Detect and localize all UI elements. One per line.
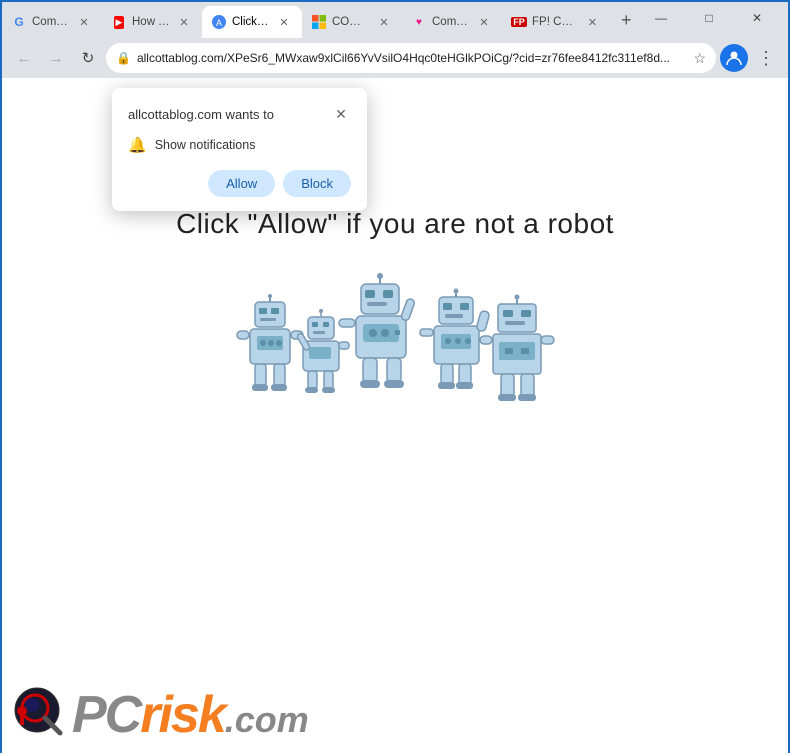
tab-3-favicon: A — [212, 15, 226, 29]
maximize-button[interactable]: □ — [686, 4, 732, 32]
notification-popup: allcottablog.com wants to ✕ 🔔 Show notif… — [112, 88, 367, 211]
tab-5-close[interactable]: ✕ — [476, 14, 492, 30]
tab-bar: G Comb… ✕ ▶ How T… ✕ A Click A… ✕ — [2, 2, 788, 38]
popup-title: allcottablog.com wants to — [128, 107, 274, 122]
new-tab-button[interactable]: + — [614, 6, 638, 34]
window-controls: — □ ✕ — [638, 4, 788, 36]
more-options-button[interactable]: ⋮ — [752, 44, 780, 72]
tab-2[interactable]: ▶ How T… ✕ — [102, 6, 202, 38]
tab-2-favicon: ▶ — [112, 15, 126, 29]
popup-close-button[interactable]: ✕ — [331, 104, 351, 124]
url-text: allcottablog.com/XPeSr6_MWxaw9xlCil66YvV… — [137, 51, 687, 65]
address-bar[interactable]: 🔒 allcottablog.com/XPeSr6_MWxaw9xlCil66Y… — [106, 43, 716, 73]
popup-buttons: Allow Block — [128, 170, 351, 197]
tab-5-label: Comb… — [432, 16, 470, 28]
block-button[interactable]: Block — [283, 170, 351, 197]
tab-6-close[interactable]: ✕ — [584, 14, 600, 30]
tab-3-label: Click A… — [232, 16, 270, 28]
notification-label-text: Show notifications — [155, 138, 256, 152]
robots-illustration — [235, 264, 555, 434]
tab-1-favicon: G — [12, 15, 26, 29]
tab-1[interactable]: G Comb… ✕ — [2, 6, 102, 38]
bookmark-star-icon[interactable]: ☆ — [693, 50, 706, 67]
reload-button[interactable]: ↻ — [74, 44, 102, 72]
tab-5-favicon: ♥ — [412, 15, 426, 29]
tab-4[interactable]: COMP… ✕ — [302, 6, 402, 38]
tab-3[interactable]: A Click A… ✕ — [202, 6, 302, 38]
back-button[interactable]: ← — [10, 44, 38, 72]
tab-1-close[interactable]: ✕ — [76, 14, 92, 30]
tab-4-label: COMP… — [332, 16, 370, 28]
pcrisk-branding: PCrisk.com — [12, 685, 309, 745]
popup-notification-row: 🔔 Show notifications — [128, 136, 351, 154]
browser-window: G Comb… ✕ ▶ How T… ✕ A Click A… ✕ — [2, 2, 788, 78]
tab-5[interactable]: ♥ Comb… ✕ — [402, 6, 502, 38]
dotcom-text: .com — [225, 699, 309, 740]
tab-6[interactable]: FP FP! Comb… ✕ — [502, 6, 610, 38]
pc-text: PC — [72, 686, 140, 744]
close-button[interactable]: ✕ — [734, 4, 780, 32]
tab-2-label: How T… — [132, 16, 170, 28]
popup-header: allcottablog.com wants to ✕ — [128, 104, 351, 124]
tab-4-close[interactable]: ✕ — [376, 14, 392, 30]
robots-container — [2, 264, 788, 434]
tab-2-close[interactable]: ✕ — [176, 14, 192, 30]
risk-text: risk — [140, 686, 225, 744]
forward-button[interactable]: → — [42, 44, 70, 72]
tab-4-favicon — [312, 15, 326, 29]
profile-button[interactable] — [720, 44, 748, 72]
address-bar-row: ← → ↻ 🔒 allcottablog.com/XPeSr6_MWxaw9xl… — [2, 38, 788, 78]
page-content: allcottablog.com wants to ✕ 🔔 Show notif… — [2, 78, 788, 755]
tab-6-favicon: FP — [512, 15, 526, 29]
tab-3-close[interactable]: ✕ — [276, 14, 292, 30]
bell-icon: 🔔 — [128, 136, 147, 154]
allow-button[interactable]: Allow — [208, 170, 275, 197]
pcrisk-logo-icon — [12, 685, 72, 745]
lock-icon: 🔒 — [116, 51, 131, 65]
tab-1-label: Comb… — [32, 16, 70, 28]
tab-6-label: FP! Comb… — [532, 16, 578, 28]
svg-text:A: A — [216, 18, 222, 28]
pcrisk-text: PCrisk.com — [72, 685, 309, 745]
minimize-button[interactable]: — — [638, 4, 684, 32]
